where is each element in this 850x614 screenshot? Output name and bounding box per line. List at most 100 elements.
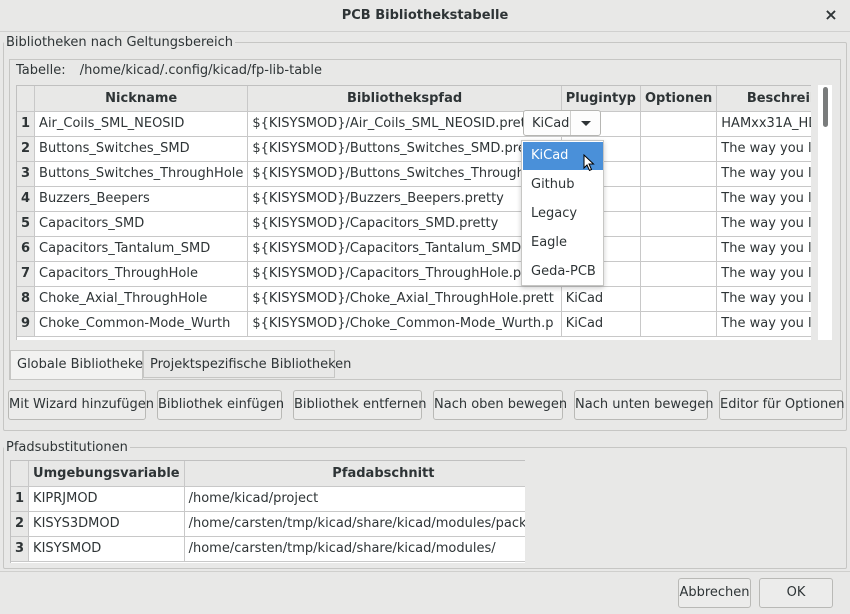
table-row[interactable]: 2 KISYS3DMOD/home/carsten/tmp/kicad/share… — [11, 511, 525, 537]
options-cell[interactable] — [640, 311, 718, 337]
row-header: 8 — [17, 286, 36, 312]
remove-library-button[interactable]: Bibliothek entfernen — [293, 390, 426, 420]
corner-cell — [17, 86, 36, 112]
wizard-add-button[interactable]: Mit Wizard hinzufügen — [8, 390, 154, 420]
row-header: 2 — [11, 511, 30, 537]
footer-divider — [0, 571, 850, 572]
table-row[interactable]: 9 Choke_Common-Mode_Wurth ${KISYSMOD}/Chok… — [17, 311, 811, 337]
nickname-cell[interactable]: Choke_Axial_ThroughHole — [34, 286, 249, 312]
library-path-cell[interactable]: ${KISYSMOD}/Capacitors_ThroughHole.prett… — [247, 261, 562, 287]
table-label-text: Tabelle: — [16, 63, 66, 78]
table-row[interactable]: 8 Choke_Axial_ThroughHole ${KISYSMOD}/Chok… — [17, 286, 811, 312]
nickname-cell[interactable]: Air_Coils_SML_NEOSID — [34, 111, 249, 137]
library-path-cell[interactable]: ${KISYSMOD}/Buzzers_Beepers.pretty — [247, 186, 562, 212]
options-editor-button[interactable]: Editor für Optionen — [719, 390, 845, 420]
window-title: PCB Bibliothekstabelle — [341, 8, 509, 23]
row-header: 2 — [17, 136, 36, 162]
nickname-cell[interactable]: Capacitors_Tantalum_SMD — [34, 236, 249, 262]
description-cell[interactable]: The way you like them. — [716, 236, 811, 262]
column-header-env-var[interactable]: Umgebungsvariable — [28, 461, 185, 487]
env-var-cell[interactable]: KISYSMOD — [28, 536, 185, 562]
table-row[interactable]: 2 Buttons_Switches_SMD ${KISYSMOD}/Buttons… — [17, 136, 811, 162]
description-cell[interactable]: The way you like them. — [716, 161, 811, 187]
table-row[interactable]: 3 KISYSMOD/home/carsten/tmp/kicad/share/k… — [11, 536, 525, 562]
options-cell[interactable] — [640, 161, 718, 187]
description-cell[interactable]: The way you like them. — [716, 136, 811, 162]
nickname-cell[interactable]: Buttons_Switches_ThroughHole — [34, 161, 249, 187]
table-row[interactable]: 5 Capacitors_SMD ${KISYSMOD}/Capacitors_SM… — [17, 211, 811, 237]
tab-project-libraries[interactable]: Projektspezifische Bibliotheken — [143, 350, 351, 378]
row-header: 7 — [17, 261, 36, 287]
table-row[interactable]: 1 Air_Coils_SML_NEOSID ${KISYSMOD}/Air_Coi… — [17, 111, 811, 137]
path-segment-cell[interactable]: /home/carsten/tmp/kicad/share/kicad/modu… — [184, 536, 525, 562]
mouse-pointer-icon — [583, 154, 595, 172]
table-row[interactable]: 7 Capacitors_ThroughHole ${KISYSMOD}/Capac… — [17, 261, 811, 287]
table-header-row: Umgebungsvariable Pfadabschnitt — [11, 461, 525, 487]
cancel-button[interactable]: Abbrechen — [678, 578, 751, 608]
library-path-cell[interactable]: ${KISYSMOD}/Choke_Common-Mode_Wurth.p — [247, 311, 562, 337]
description-cell[interactable]: The way you like them. — [716, 311, 811, 337]
description-cell[interactable]: The way you like them. — [716, 186, 811, 212]
path-segment-cell[interactable]: /home/kicad/project — [184, 486, 525, 512]
options-cell[interactable] — [640, 136, 718, 162]
library-path-cell[interactable]: ${KISYSMOD}/Buttons_Switches_ThroughHole — [247, 161, 562, 187]
column-header-description[interactable]: Beschreibung — [716, 86, 811, 112]
nickname-cell[interactable]: Capacitors_ThroughHole — [34, 261, 249, 287]
column-header-path-segment[interactable]: Pfadabschnitt — [184, 461, 525, 487]
library-path-cell[interactable]: ${KISYSMOD}/Capacitors_SMD.pretty — [247, 211, 562, 237]
column-header-path[interactable]: Bibliothekspfad — [247, 86, 562, 112]
title-bar: PCB Bibliothekstabelle × — [0, 0, 850, 32]
nickname-cell[interactable]: Choke_Common-Mode_Wurth — [34, 311, 249, 337]
plugin-option-geda-pcb[interactable]: Geda-PCB — [523, 258, 603, 286]
column-header-plugin[interactable]: Plugintyp — [561, 86, 641, 112]
dropdown-arrow-button[interactable] — [570, 111, 600, 135]
options-cell[interactable] — [640, 261, 718, 287]
nickname-cell[interactable]: Buttons_Switches_SMD — [34, 136, 249, 162]
scrollbar-thumb[interactable] — [823, 87, 828, 127]
table-row[interactable]: 3 Buttons_Switches_ThroughHole ${KISYSMOD}… — [17, 161, 811, 187]
close-icon[interactable]: × — [822, 6, 840, 24]
path-segment-cell[interactable]: /home/carsten/tmp/kicad/share/kicad/modu… — [184, 511, 525, 537]
library-path-cell[interactable]: ${KISYSMOD}/Buttons_Switches_SMD.pretty — [247, 136, 562, 162]
description-cell[interactable]: HAMxx31A_HDMxx31A — [716, 111, 811, 137]
vertical-scrollbar[interactable] — [818, 85, 832, 340]
nickname-cell[interactable]: Capacitors_SMD — [34, 211, 249, 237]
table-label: Tabelle: /home/kicad/.config/kicad/fp-li… — [16, 63, 322, 78]
options-cell[interactable] — [640, 111, 718, 137]
library-path-cell[interactable]: ${KISYSMOD}/Air_Coils_SML_NEOSID.pretty — [247, 111, 562, 137]
table-row[interactable]: 6 Capacitors_Tantalum_SMD ${KISYSMOD}/Capa… — [17, 236, 811, 262]
env-var-cell[interactable]: KIPRJMOD — [28, 486, 185, 512]
column-header-nickname[interactable]: Nickname — [34, 86, 249, 112]
plugin-type-cell[interactable]: KiCad — [561, 286, 641, 312]
options-cell[interactable] — [640, 211, 718, 237]
plugin-type-combo[interactable]: KiCad — [523, 110, 601, 136]
plugin-type-cell[interactable]: KiCad — [561, 311, 641, 337]
column-header-options[interactable]: Optionen — [640, 86, 718, 112]
plugin-option-legacy[interactable]: Legacy — [523, 200, 603, 228]
description-cell[interactable]: The way you like them. — [716, 211, 811, 237]
options-cell[interactable] — [640, 186, 718, 212]
library-grid[interactable]: Nickname Bibliothekspfad Plugintyp Optio… — [16, 85, 811, 340]
options-cell[interactable] — [640, 286, 718, 312]
ok-button[interactable]: OK — [759, 578, 833, 608]
row-header: 4 — [17, 186, 36, 212]
move-up-button[interactable]: Nach oben bewegen — [433, 390, 567, 420]
options-cell[interactable] — [640, 236, 718, 262]
row-header: 1 — [11, 486, 30, 512]
library-path-cell[interactable]: ${KISYSMOD}/Choke_Axial_ThroughHole.pret… — [247, 286, 562, 312]
tab-global-libraries[interactable]: Globale Bibliotheken — [10, 350, 151, 379]
row-header: 5 — [17, 211, 36, 237]
move-down-button[interactable]: Nach unten bewegen — [574, 390, 714, 420]
plugin-option-github[interactable]: Github — [523, 171, 603, 199]
env-var-cell[interactable]: KISYS3DMOD — [28, 511, 185, 537]
description-cell[interactable]: The way you like them. — [716, 261, 811, 287]
nickname-cell[interactable]: Buzzers_Beepers — [34, 186, 249, 212]
table-row[interactable]: 4 Buzzers_Beepers ${KISYSMOD}/Buzzers_Beep… — [17, 186, 811, 212]
corner-cell — [11, 461, 30, 487]
plugin-option-eagle[interactable]: Eagle — [523, 229, 603, 257]
description-cell[interactable]: The way you like them. — [716, 286, 811, 312]
path-substitution-grid[interactable]: Umgebungsvariable Pfadabschnitt 1 KIPRJMO… — [10, 460, 525, 563]
table-row[interactable]: 1 KIPRJMOD/home/kicad/project — [11, 486, 525, 512]
insert-library-button[interactable]: Bibliothek einfügen — [157, 390, 284, 420]
library-path-cell[interactable]: ${KISYSMOD}/Capacitors_Tantalum_SMD.pret… — [247, 236, 562, 262]
